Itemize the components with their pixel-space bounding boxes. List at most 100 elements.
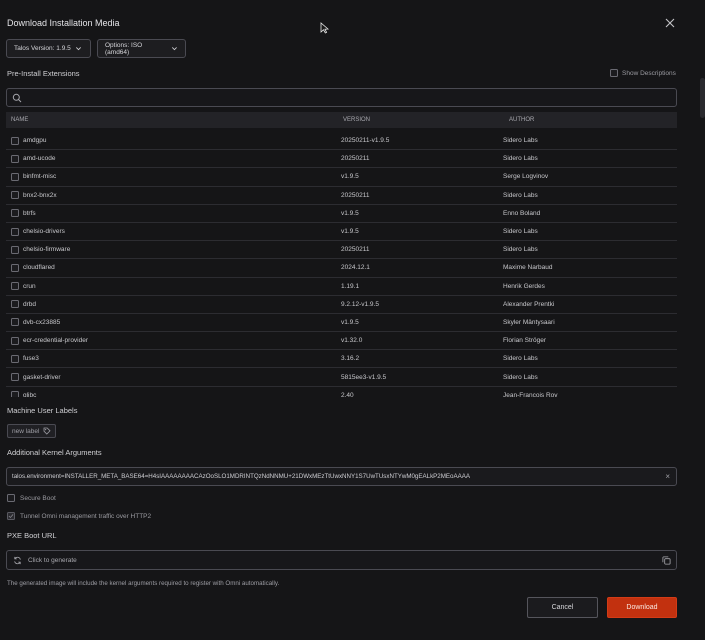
table-row[interactable]: binfmt-misc v1.9.5 Serge Logvinov <box>6 168 677 187</box>
tunnel-label: Tunnel Omni management traffic over HTTP… <box>20 512 152 520</box>
show-descriptions-label: Show Descriptions <box>622 69 676 77</box>
options-label: Options: ISO (amd64) <box>105 41 143 56</box>
row-checkbox[interactable] <box>11 172 19 181</box>
table-row[interactable]: dvb-cx23885 v1.9.5 Skyler Mäntysaari <box>6 314 677 333</box>
extensions-table-header: NAME VERSION AUTHOR <box>6 112 677 128</box>
mouse-cursor-icon <box>320 22 330 34</box>
talos-version-dropdown[interactable]: Talos Version: 1.9.5 <box>6 39 91 58</box>
extension-author: Enno Boland <box>503 209 541 217</box>
extension-version: v1.9.5 <box>341 318 359 326</box>
table-row[interactable]: ecr-credential-provider v1.32.0 Florian St… <box>6 332 677 351</box>
extensions-table-body[interactable]: amdgpu 20250211-v1.9.5 Sidero Labs amd-ucod… <box>6 132 677 397</box>
talos-version-label: Talos Version: 1.9.5 <box>14 45 71 52</box>
table-row[interactable]: gasket-driver 5815ee3-v1.9.5 Sidero Labs <box>6 368 677 387</box>
labels-heading: Machine User Labels <box>7 406 78 415</box>
table-row[interactable]: bnx2-bnx2x 20250211 Sidero Labs <box>6 187 677 205</box>
extension-version: v1.9.5 <box>341 209 359 217</box>
dialog-title: Download Installation Media <box>7 18 120 28</box>
extension-name: ecr-credential-provider <box>23 337 89 345</box>
extensions-search-input[interactable] <box>6 88 677 107</box>
column-author: AUTHOR <box>509 117 535 123</box>
pxe-url-field[interactable]: Click to generate <box>6 550 677 570</box>
extension-name: gasket-driver <box>23 373 61 381</box>
row-checkbox[interactable] <box>11 245 19 254</box>
secure-boot-checkbox[interactable] <box>7 494 15 502</box>
kernel-args-heading: Additional Kernel Arguments <box>7 448 102 457</box>
extension-version: v1.32.0 <box>341 337 363 345</box>
extension-version: 2024.12.1 <box>341 264 370 272</box>
extension-name: amd-ucode <box>23 155 56 163</box>
new-label-button[interactable]: new label <box>7 424 57 438</box>
show-descriptions-checkbox[interactable] <box>610 69 618 77</box>
extension-author: Sidero Labs <box>503 373 538 381</box>
row-checkbox[interactable] <box>11 154 19 163</box>
extension-name: amdgpu <box>23 137 47 145</box>
chevron-down-icon <box>75 47 81 51</box>
extension-author: Sidero Labs <box>503 137 538 145</box>
table-row[interactable]: fuse3 3.16.2 Sidero Labs <box>6 350 677 369</box>
extension-author: Maxime Narbaud <box>503 264 553 272</box>
table-row[interactable]: chelsio-drivers v1.9.5 Sidero Labs <box>6 223 677 242</box>
tunnel-checkbox[interactable] <box>7 512 15 520</box>
row-checkbox[interactable] <box>11 209 19 218</box>
extension-author: Sidero Labs <box>503 155 538 163</box>
dialog-scrollbar[interactable] <box>700 78 705 118</box>
show-descriptions-toggle[interactable]: Show Descriptions <box>610 69 676 77</box>
options-dropdown[interactable]: Options: ISO (amd64) <box>97 39 186 58</box>
kernel-args-value: talos.environment=INSTALLER_META_BASE64=… <box>12 473 470 480</box>
extension-version: 5815ee3-v1.9.5 <box>341 373 387 381</box>
extension-name: binfmt-misc <box>23 173 57 181</box>
extension-version: 1.19.1 <box>341 282 360 290</box>
extension-name: dvb-cx23885 <box>23 318 61 326</box>
extension-name: btrfs <box>23 209 36 217</box>
table-row[interactable]: amd-ucode 20250211 Sidero Labs <box>6 150 677 169</box>
extension-version: v1.9.5 <box>341 173 359 181</box>
table-row[interactable]: drbd 9.2.12-v1.9.5 Alexander Prentki <box>6 296 677 314</box>
table-row[interactable]: chelsio-firmware 20250211 Sidero Labs <box>6 241 677 260</box>
extension-author: Serge Logvinov <box>503 173 549 181</box>
chevron-down-icon <box>172 47 178 51</box>
extension-author: Alexander Prentki <box>503 300 555 308</box>
close-icon[interactable] <box>664 17 676 29</box>
row-checkbox[interactable] <box>11 191 19 200</box>
extension-version: 2.40 <box>341 391 354 397</box>
secure-boot-label: Secure Boot <box>20 494 56 502</box>
row-checkbox[interactable] <box>11 282 19 291</box>
extension-name: chelsio-firmware <box>23 246 71 254</box>
row-checkbox[interactable] <box>11 136 19 145</box>
refresh-icon <box>14 556 21 564</box>
extension-author: Sidero Labs <box>503 228 538 236</box>
new-label-text: new label <box>12 427 40 435</box>
secure-boot-option[interactable]: Secure Boot <box>7 494 56 502</box>
row-checkbox[interactable] <box>11 227 19 236</box>
checkmark-icon <box>8 514 14 519</box>
cancel-button[interactable]: Cancel <box>527 597 598 618</box>
row-checkbox[interactable] <box>11 391 19 397</box>
table-row[interactable]: amdgpu 20250211-v1.9.5 Sidero Labs <box>6 132 677 151</box>
table-row[interactable]: cloudflared 2024.12.1 Maxime Narbaud <box>6 259 677 278</box>
tag-icon <box>44 427 52 435</box>
copy-icon[interactable] <box>662 556 671 565</box>
clear-kernel-args-icon[interactable]: × <box>665 472 670 481</box>
table-row[interactable]: crun 1.19.1 Henrik Gerdes <box>6 278 677 296</box>
download-button[interactable]: Download <box>607 597 677 618</box>
row-checkbox[interactable] <box>11 373 19 382</box>
extension-author: Sidero Labs <box>503 355 538 363</box>
row-checkbox[interactable] <box>11 318 19 327</box>
table-row[interactable]: glibc 2.40 Jean-Francois Roy <box>6 387 677 397</box>
extension-version: 9.2.12-v1.9.5 <box>341 300 379 308</box>
extension-version: 20250211 <box>341 246 370 254</box>
row-checkbox[interactable] <box>11 336 19 345</box>
extension-author: Florian Ströger <box>503 337 546 345</box>
row-checkbox[interactable] <box>11 354 19 363</box>
extension-author: Henrik Gerdes <box>503 282 545 290</box>
extension-name: bnx2-bnx2x <box>23 191 57 199</box>
extension-name: crun <box>23 282 36 290</box>
tunnel-option[interactable]: Tunnel Omni management traffic over HTTP… <box>7 512 151 520</box>
kernel-args-input[interactable]: talos.environment=INSTALLER_META_BASE64=… <box>6 467 677 486</box>
table-row[interactable]: btrfs v1.9.5 Enno Boland <box>6 205 677 223</box>
row-checkbox[interactable] <box>11 263 19 272</box>
extension-name: drbd <box>23 300 37 308</box>
extension-version: v1.9.5 <box>341 228 359 236</box>
row-checkbox[interactable] <box>11 300 19 309</box>
